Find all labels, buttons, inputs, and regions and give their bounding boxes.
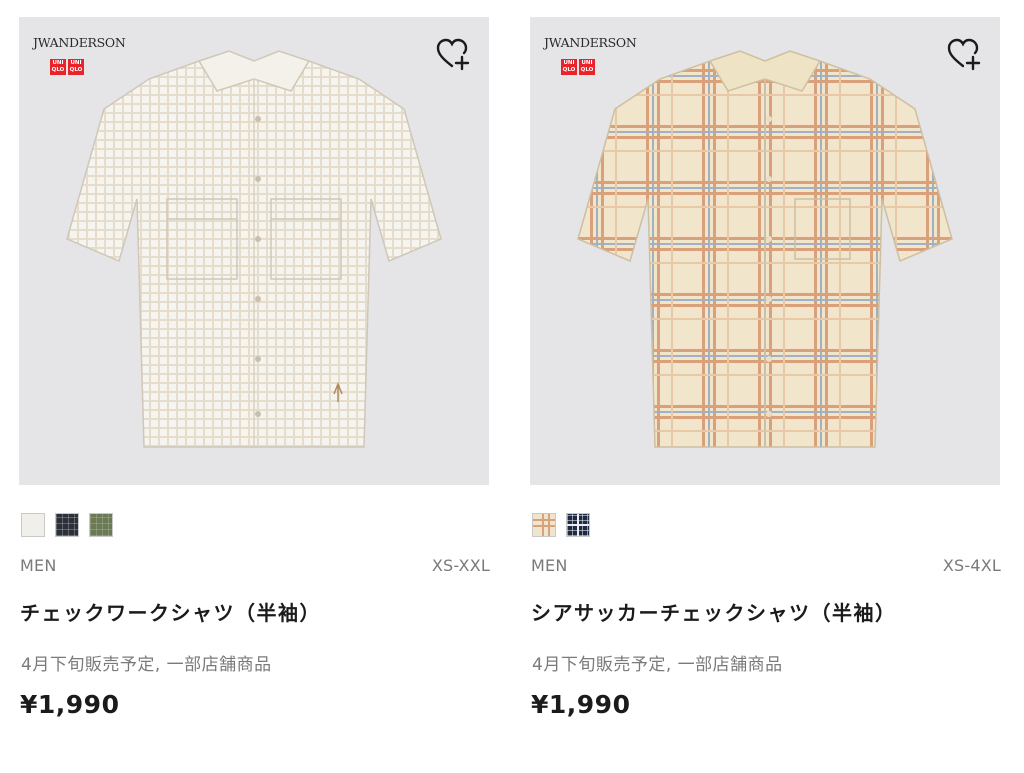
size-range: XS-XXL (431, 556, 490, 575)
availability-note: 4月下旬販売予定, 一部店舗商品 (21, 655, 272, 675)
product-card[interactable]: JWANDERSON UNI QLO UNI QLO (19, 0, 490, 773)
product-grid: JWANDERSON UNI QLO UNI QLO MEN XS-XXL チェ… (0, 0, 1024, 773)
product-meta: MEN XS-4XL (531, 556, 1001, 575)
size-range: XS-4XL (942, 556, 1001, 575)
color-swatch-white[interactable] (21, 513, 45, 537)
product-image[interactable]: JWANDERSON UNI QLO UNI QLO (19, 17, 489, 485)
gender-label: MEN (531, 556, 568, 575)
jw-anderson-logo: JWANDERSON (544, 35, 637, 50)
color-swatch-navy[interactable] (55, 513, 79, 537)
product-price: ¥1,990 (531, 690, 631, 719)
color-swatch-navy[interactable] (566, 513, 590, 537)
color-swatch-cream[interactable] (532, 513, 556, 537)
gender-label: MEN (20, 556, 57, 575)
product-image[interactable]: JWANDERSON UNI QLO UNI QLO (530, 17, 1000, 485)
product-meta: MEN XS-XXL (20, 556, 490, 575)
color-swatches (21, 513, 113, 537)
availability-note: 4月下旬販売予定, 一部店舗商品 (532, 655, 783, 675)
color-swatch-olive[interactable] (89, 513, 113, 537)
product-name[interactable]: チェックワークシャツ（半袖） (20, 597, 321, 626)
product-name[interactable]: シアサッカーチェックシャツ（半袖） (531, 597, 897, 626)
product-price: ¥1,990 (20, 690, 120, 719)
color-swatches (532, 513, 590, 537)
jw-anderson-logo: JWANDERSON (33, 35, 126, 50)
product-card[interactable]: JWANDERSON UNI QLO UNI QLO (530, 0, 1001, 773)
shirt-image (570, 49, 960, 459)
shirt-image (59, 49, 449, 459)
